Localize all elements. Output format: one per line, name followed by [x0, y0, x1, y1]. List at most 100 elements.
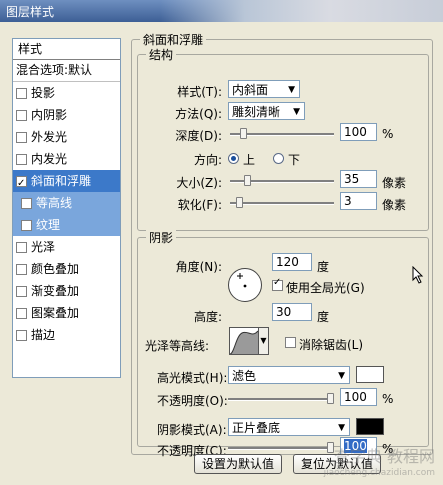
style-item-label: 内阴影 — [31, 108, 68, 122]
style-item-checkbox[interactable] — [16, 153, 27, 165]
style-select[interactable]: 内斜面 ▼ — [228, 80, 300, 98]
style-item-10[interactable]: 图案叠加 — [13, 302, 120, 324]
highlight-opacity-input[interactable]: 100 — [340, 388, 377, 406]
style-item-label: 图案叠加 — [31, 306, 80, 320]
chevron-down-icon: ▼ — [288, 85, 295, 95]
shadow-mode-value: 正片叠底 — [232, 421, 281, 435]
style-item-checkbox[interactable] — [21, 219, 32, 231]
altitude-label: 高度: — [193, 310, 222, 324]
contour-curve-icon — [229, 330, 259, 355]
shadow-color-swatch[interactable] — [356, 418, 384, 435]
style-item-checkbox[interactable] — [16, 307, 27, 319]
window-title: 图层样式 — [6, 5, 55, 19]
altitude-unit: 度 — [317, 310, 330, 324]
angle-dial[interactable] — [228, 268, 262, 302]
soften-label: 软化(F): — [177, 198, 222, 212]
highlight-mode-value: 滤色 — [232, 369, 257, 383]
highlight-opacity-unit: % — [382, 392, 394, 406]
style-item-checkbox[interactable] — [16, 87, 27, 99]
style-item-checkbox[interactable] — [16, 285, 27, 297]
style-label: 样式(T): — [177, 85, 222, 99]
style-item-checkbox[interactable] — [16, 263, 27, 275]
soften-slider-track[interactable] — [230, 202, 334, 205]
global-light-checkbox[interactable] — [272, 277, 283, 291]
highlight-color-swatch[interactable] — [356, 366, 384, 383]
altitude-input[interactable]: 30 — [272, 303, 312, 321]
blending-options-item[interactable]: 混合选项:默认 — [13, 60, 120, 82]
chevron-down-icon: ▼ — [338, 423, 345, 433]
depth-unit: % — [382, 127, 394, 141]
depth-input[interactable]: 100 — [340, 123, 377, 141]
style-item-checkbox[interactable] — [16, 109, 27, 121]
angle-crosshair-icon — [237, 273, 247, 288]
mouse-pointer-icon — [412, 266, 424, 284]
style-item-2[interactable]: 外发光 — [13, 126, 120, 148]
style-item-1[interactable]: 内阴影 — [13, 104, 120, 126]
structure-title: 结构 — [146, 46, 177, 63]
depth-slider-thumb[interactable] — [239, 128, 247, 139]
soften-unit: 像素 — [382, 198, 407, 212]
style-item-3[interactable]: 内发光 — [13, 148, 120, 170]
style-item-label: 斜面和浮雕 — [31, 174, 92, 188]
style-items: 投影内阴影外发光内发光斜面和浮雕等高线纹理光泽颜色叠加渐变叠加图案叠加描边 — [13, 82, 120, 346]
style-item-0[interactable]: 投影 — [13, 82, 120, 104]
style-item-11[interactable]: 描边 — [13, 324, 120, 346]
gloss-contour-dropdown[interactable]: ▼ — [259, 327, 269, 355]
highlight-opacity-label: 不透明度(O): — [157, 394, 228, 408]
style-item-8[interactable]: 颜色叠加 — [13, 258, 120, 280]
direction-down-label: 下 — [288, 153, 301, 167]
shading-title: 阴影 — [146, 229, 177, 246]
size-label: 大小(Z): — [176, 176, 222, 190]
chevron-down-icon: ▼ — [338, 371, 345, 381]
style-item-label: 纹理 — [36, 218, 61, 232]
anti-alias-checkbox[interactable] — [285, 337, 296, 348]
style-item-checkbox[interactable] — [16, 329, 27, 341]
watermark-line1: 查字典 教程网 — [333, 447, 435, 466]
style-item-checkbox[interactable] — [16, 131, 27, 143]
style-list: 样式 混合选项:默认 投影内阴影外发光内发光斜面和浮雕等高线纹理光泽颜色叠加渐变… — [12, 38, 121, 378]
soften-slider-thumb[interactable] — [235, 197, 243, 208]
direction-up-label: 上 — [243, 153, 256, 167]
size-unit: 像素 — [382, 176, 407, 190]
highlight-opacity-thumb[interactable] — [327, 393, 334, 404]
angle-unit: 度 — [317, 260, 330, 274]
dialog-body: 样式 混合选项:默认 投影内阴影外发光内发光斜面和浮雕等高线纹理光泽颜色叠加渐变… — [0, 22, 443, 485]
style-item-label: 外发光 — [31, 130, 68, 144]
watermark-line2: jiaocheng.chazidian.com — [323, 468, 435, 478]
depth-label: 深度(D): — [175, 129, 222, 143]
style-item-5[interactable]: 等高线 — [13, 192, 120, 214]
style-item-9[interactable]: 渐变叠加 — [13, 280, 120, 302]
title-bar: 图层样式 — [0, 0, 443, 23]
method-label: 方法(Q): — [175, 107, 222, 121]
title-bar-background — [160, 0, 443, 22]
method-select[interactable]: 雕刻清晰 ▼ — [228, 102, 305, 120]
style-item-label: 描边 — [31, 328, 56, 342]
style-item-checkbox[interactable] — [16, 241, 27, 253]
soften-input[interactable]: 3 — [340, 192, 377, 210]
direction-down-radio[interactable] — [273, 153, 284, 164]
shadow-mode-label: 阴影模式(A): — [157, 423, 227, 437]
style-list-header[interactable]: 样式 — [13, 39, 120, 60]
style-item-label: 渐变叠加 — [31, 284, 80, 298]
style-item-6[interactable]: 纹理 — [13, 214, 120, 236]
size-input[interactable]: 35 — [340, 170, 377, 188]
style-item-7[interactable]: 光泽 — [13, 236, 120, 258]
size-slider-thumb[interactable] — [243, 175, 251, 186]
direction-label: 方向: — [193, 153, 222, 167]
highlight-opacity-track[interactable] — [228, 398, 334, 401]
style-select-value: 内斜面 — [232, 83, 269, 97]
shadow-opacity-track[interactable] — [228, 447, 334, 450]
highlight-mode-select[interactable]: 滤色 ▼ — [228, 366, 350, 384]
gloss-contour-preview[interactable] — [229, 327, 259, 355]
shadow-mode-select[interactable]: 正片叠底 ▼ — [228, 418, 350, 436]
angle-input[interactable]: 120 — [272, 253, 312, 271]
style-item-label: 等高线 — [36, 196, 73, 210]
chevron-down-icon: ▼ — [260, 336, 267, 345]
direction-up-radio[interactable] — [228, 153, 239, 164]
gloss-contour-label: 光泽等高线: — [145, 339, 210, 353]
style-item-4[interactable]: 斜面和浮雕 — [13, 170, 120, 195]
style-item-checkbox[interactable] — [21, 197, 32, 209]
make-default-button[interactable]: 设置为默认值 — [194, 454, 282, 474]
style-item-checkbox[interactable] — [16, 173, 27, 195]
style-item-label: 光泽 — [31, 240, 56, 254]
